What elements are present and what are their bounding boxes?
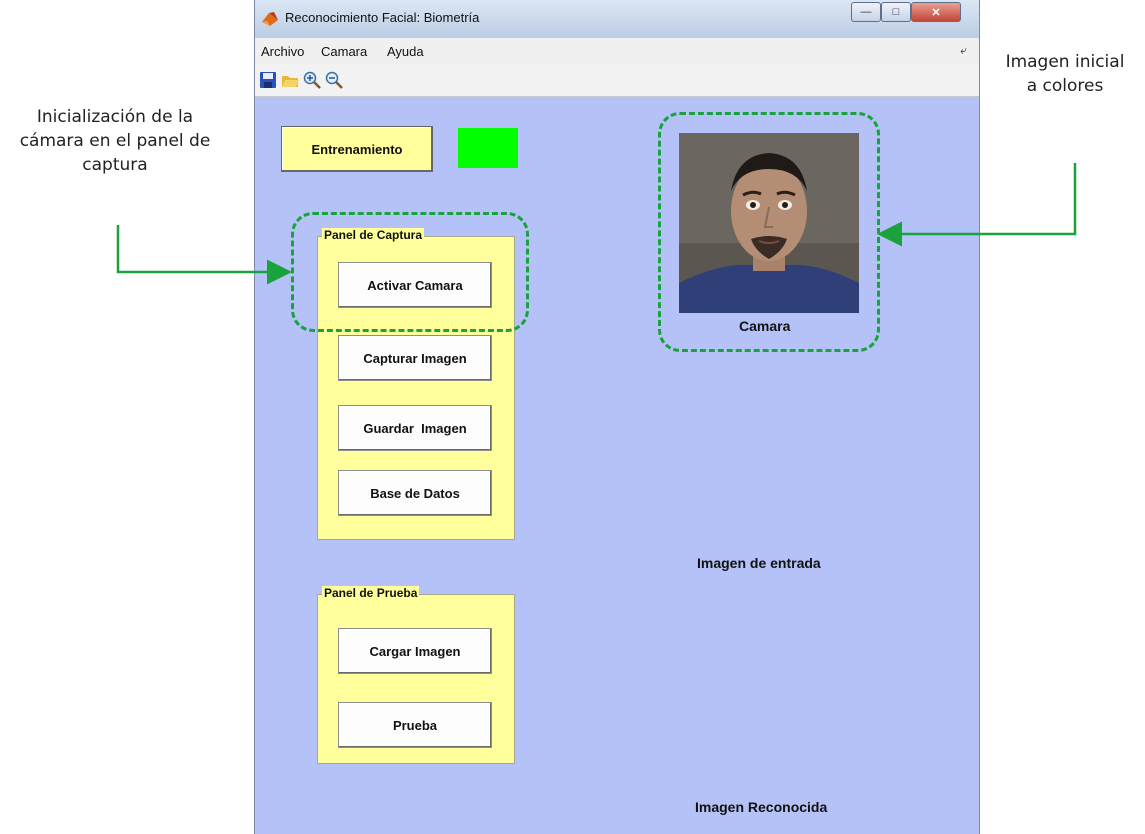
annotation-arrows <box>116 163 1077 285</box>
right-annotation-arrow <box>877 163 1077 247</box>
left-annotation-arrow <box>116 225 292 285</box>
